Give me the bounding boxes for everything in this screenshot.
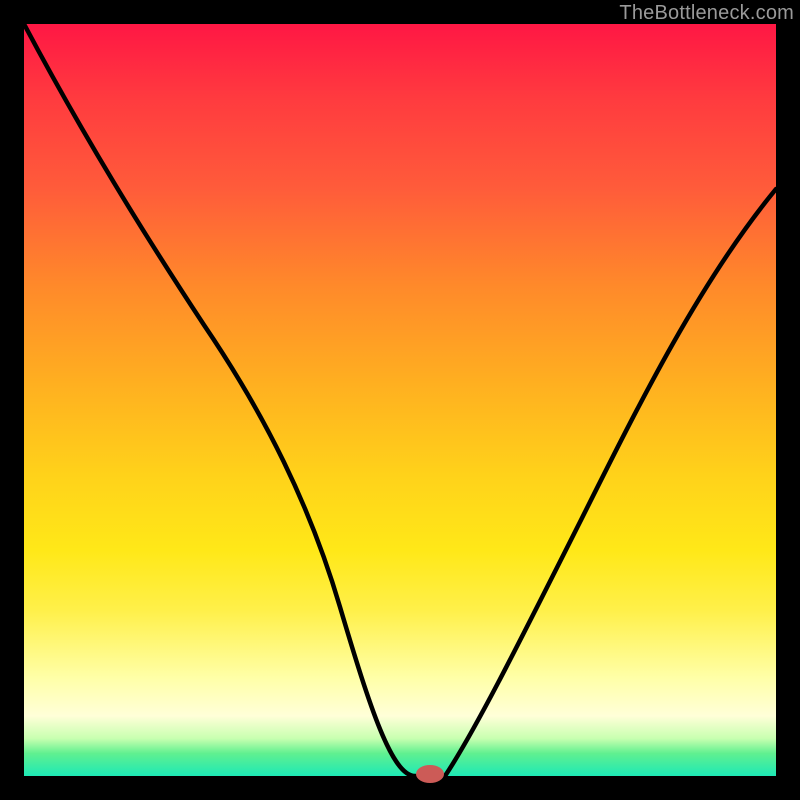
attribution-label: TheBottleneck.com (619, 2, 794, 25)
bottleneck-curve (24, 24, 776, 776)
chart-svg (24, 24, 776, 776)
chart-stage: TheBottleneck.com (0, 0, 800, 800)
chart-plot-area (24, 24, 776, 776)
bottleneck-marker (416, 765, 444, 783)
